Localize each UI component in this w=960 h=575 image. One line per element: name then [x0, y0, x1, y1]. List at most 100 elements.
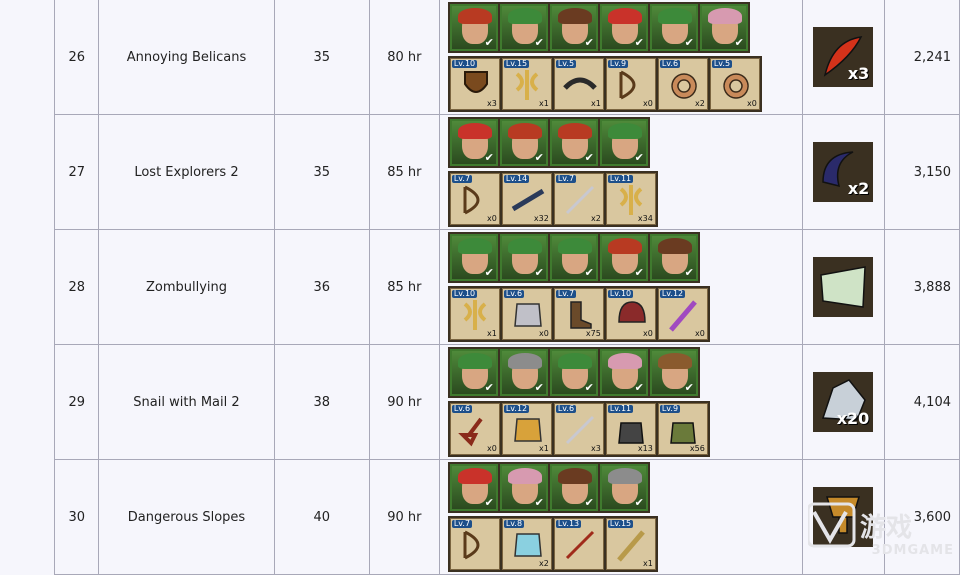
phoenix-feather-icon[interactable]: x3 [813, 27, 874, 87]
quest-reward: x3 [802, 0, 885, 115]
gauntlet-icon[interactable]: Lv.11 x13 [605, 403, 656, 455]
item-count: x2 [539, 559, 549, 568]
staff-icon[interactable]: Lv.12 x0 [657, 288, 708, 340]
ice-armor-icon[interactable]: Lv.8 x2 [501, 518, 552, 570]
crossbow-icon[interactable]: Lv.7 x0 [449, 173, 500, 225]
boomerang-icon[interactable]: Lv.5 x1 [553, 58, 604, 110]
hero-portrait-icon[interactable]: ✔ [499, 4, 548, 51]
checkmark-icon: ✔ [534, 381, 544, 394]
item-count: x0 [487, 444, 497, 453]
hero-strip: ✔ ✔ ✔ ✔ [447, 117, 650, 168]
hero-portrait-icon[interactable]: ✔ [599, 349, 648, 396]
helmet-icon[interactable]: Lv.10 x0 [605, 288, 656, 340]
quest-reward: x20 [802, 344, 885, 460]
item-count: x1 [487, 329, 497, 338]
party-composition: ✔ ✔ ✔ ✔ ✔ Lv.6 x0 Lv.12 x1 Lv.6 x3 Lv.11 x13 Lv.9 x56 [440, 345, 802, 459]
quest-duration-text: 80 hr [387, 49, 422, 65]
item-count: x56 [689, 444, 705, 453]
checkmark-icon: ✔ [634, 381, 644, 394]
glove-icon[interactable]: Lv.9 x56 [657, 403, 708, 455]
item-level-badge: Lv.6 [555, 404, 577, 413]
hero-portrait-icon[interactable]: ✔ [599, 4, 648, 51]
quest-number-text: 28 [68, 279, 85, 295]
quest-duration: 85 hr [368, 114, 440, 230]
hero-portrait-icon[interactable]: ✔ [499, 349, 548, 396]
checkmark-icon: ✔ [634, 36, 644, 49]
quest-cost: 3,150 [883, 114, 960, 230]
red-blade-icon[interactable]: Lv.13 [553, 518, 604, 570]
hero-portrait-icon[interactable]: ✔ [449, 4, 498, 51]
quest-name: Lost Explorers 2 [98, 114, 275, 230]
armor-icon[interactable]: Lv.6 x0 [501, 288, 552, 340]
quest-duration: 85 hr [368, 229, 440, 345]
item-level-badge: Lv.10 [451, 289, 478, 298]
scepter-icon[interactable]: Lv.15 x1 [605, 518, 656, 570]
hero-portrait-icon[interactable]: ✔ [549, 4, 598, 51]
hero-portrait-icon[interactable]: ✔ [599, 119, 648, 166]
hero-portrait-icon[interactable]: ✔ [649, 349, 698, 396]
musket-icon[interactable]: Lv.14 x32 [501, 173, 552, 225]
hero-portrait-icon[interactable]: ✔ [599, 234, 648, 281]
hero-portrait-icon[interactable]: ✔ [649, 4, 698, 51]
crystal-ore-icon[interactable]: x20 [813, 372, 874, 432]
horn-icon[interactable]: x2 [813, 142, 874, 202]
hero-portrait-icon[interactable]: ✔ [499, 464, 548, 511]
quest-level: 35 [273, 0, 370, 115]
axe-icon[interactable]: Lv.10 x1 [449, 288, 500, 340]
shield-icon[interactable]: Lv.10 x3 [449, 58, 500, 110]
bow-icon[interactable]: Lv.9 x0 [605, 58, 656, 110]
shovel-icon[interactable]: Lv.6 x0 [449, 403, 500, 455]
bow-icon[interactable]: Lv.7 [449, 518, 500, 570]
quest-level: 36 [273, 229, 370, 345]
hero-portrait-icon[interactable]: ✔ [549, 464, 598, 511]
checkmark-icon: ✔ [484, 381, 494, 394]
checkmark-icon: ✔ [484, 266, 494, 279]
quest-name-text: Annoying Belicans [126, 49, 247, 65]
item-level-badge: Lv.13 [555, 519, 582, 528]
quest-party: ✔ ✔ ✔ ✔ ✔ ✔ Lv.10 x3 Lv.15 x1 Lv.5 x1 Lv.9 x0 Lv.6 x2 Lv… [438, 0, 804, 115]
item-level-badge: Lv.10 [607, 289, 634, 298]
quest-duration-text: 90 hr [387, 509, 422, 525]
double-axe-icon[interactable]: Lv.11 x34 [605, 173, 656, 225]
ring-icon[interactable]: Lv.6 x2 [657, 58, 708, 110]
checkmark-icon: ✔ [484, 36, 494, 49]
quest-cost-text: 3,888 [913, 279, 951, 295]
item-level-badge: Lv.6 [451, 404, 473, 413]
item-level-badge: Lv.15 [607, 519, 634, 528]
sword-icon[interactable]: Lv.7 x2 [553, 173, 604, 225]
hero-portrait-icon[interactable]: ✔ [449, 119, 498, 166]
hero-portrait-icon[interactable]: ✔ [649, 234, 698, 281]
hero-portrait-icon[interactable]: ✔ [449, 464, 498, 511]
reward-quantity: x20 [836, 409, 870, 428]
quest-number: 30 [53, 459, 100, 575]
item-level-badge: Lv.14 [503, 174, 530, 183]
quest-number: 29 [53, 344, 100, 460]
quest-party: ✔ ✔ ✔ ✔ Lv.7 x0 Lv.14 x32 Lv.7 x2 Lv.11 x34 [438, 114, 804, 230]
hero-portrait-icon[interactable]: ✔ [549, 119, 598, 166]
hero-portrait-icon[interactable]: ✔ [549, 234, 598, 281]
hero-portrait-icon[interactable]: ✔ [449, 349, 498, 396]
hero-portrait-icon[interactable]: ✔ [499, 234, 548, 281]
throwing-blade-icon[interactable]: Lv.6 x3 [553, 403, 604, 455]
hero-portrait-icon[interactable]: ✔ [599, 464, 648, 511]
star-map-icon[interactable] [813, 257, 874, 317]
ring-icon[interactable]: Lv.5 x0 [709, 58, 760, 110]
axe-icon[interactable]: Lv.15 x1 [501, 58, 552, 110]
checkmark-icon: ✔ [584, 151, 594, 164]
item-count: x0 [747, 99, 757, 108]
hero-portrait-icon[interactable]: ✔ [549, 349, 598, 396]
gold-armor-icon[interactable]: Lv.12 x1 [501, 403, 552, 455]
checkmark-icon: ✔ [584, 496, 594, 509]
boots-icon[interactable]: Lv.7 x75 [553, 288, 604, 340]
hero-portrait-icon[interactable]: ✔ [699, 4, 748, 51]
item-count: x0 [695, 329, 705, 338]
item-count: x2 [591, 214, 601, 223]
checkmark-icon: ✔ [484, 496, 494, 509]
hero-portrait-icon[interactable]: ✔ [499, 119, 548, 166]
item-strip: Lv.10 x3 Lv.15 x1 Lv.5 x1 Lv.9 x0 Lv.6 x2 Lv.5 x0 [447, 56, 762, 112]
quest-duration: 80 hr [368, 0, 440, 115]
hero-portrait-icon[interactable]: ✔ [449, 234, 498, 281]
quest-party: ✔ ✔ ✔ ✔ ✔ Lv.6 x0 Lv.12 x1 Lv.6 x3 Lv.11 x13 Lv.9 x56 [438, 344, 804, 460]
checkmark-icon: ✔ [634, 151, 644, 164]
item-count: x0 [643, 99, 653, 108]
